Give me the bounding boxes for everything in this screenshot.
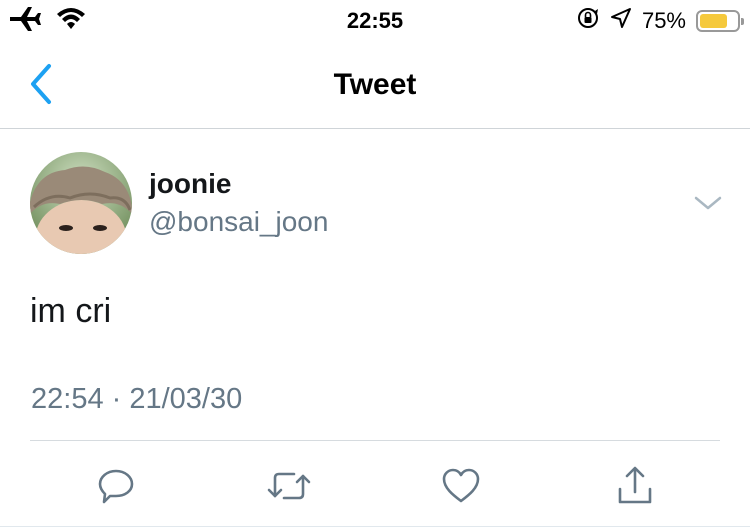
status-bar: 22:55 75% [0, 0, 750, 40]
user-handle[interactable]: @bonsai_joon [149, 206, 328, 238]
share-icon [618, 466, 652, 504]
like-button[interactable] [433, 458, 489, 514]
retweet-button[interactable] [261, 458, 317, 514]
share-button[interactable] [607, 458, 663, 514]
battery-nub [741, 17, 744, 25]
reply-icon [98, 469, 134, 504]
nav-bar: Tweet [0, 40, 750, 129]
retweet-icon [267, 472, 311, 500]
bottom-divider [0, 526, 750, 527]
action-bar [0, 458, 750, 514]
avatar[interactable] [30, 152, 132, 254]
tweet-menu-button[interactable] [692, 192, 724, 214]
tweet-text: im cri [30, 292, 112, 330]
orientation-lock-icon [576, 6, 600, 35]
heart-icon [442, 468, 480, 503]
tweet-timestamp: 22:54 · 21/03/30 [31, 383, 243, 415]
display-name[interactable]: joonie [149, 168, 231, 200]
location-arrow-icon [610, 7, 632, 34]
page-title: Tweet [333, 68, 417, 101]
battery-icon [696, 9, 744, 32]
divider [30, 440, 720, 441]
battery-percent: 75% [641, 7, 686, 33]
avatar-photo [30, 152, 132, 254]
reply-button[interactable] [88, 458, 144, 514]
status-bar-right: 75% [576, 6, 744, 35]
chevron-down-icon [694, 196, 722, 210]
battery-level-fill [700, 13, 727, 28]
